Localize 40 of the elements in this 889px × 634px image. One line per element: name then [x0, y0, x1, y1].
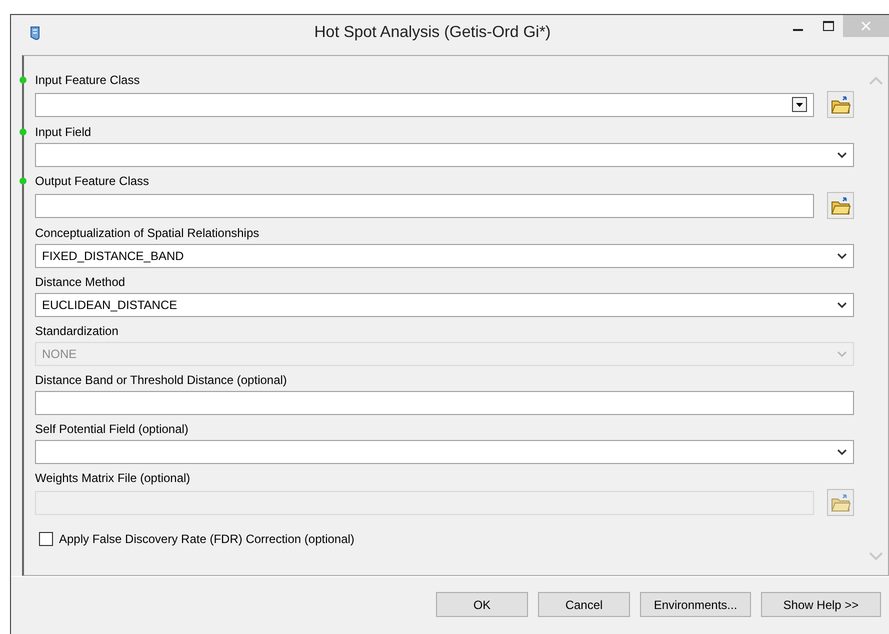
chevron-down-icon — [837, 302, 847, 308]
chevron-down-icon — [869, 552, 883, 561]
chevron-down-icon — [837, 152, 847, 158]
input-field[interactable] — [35, 92, 814, 116]
dropdown-field[interactable]: FIXED_DISTANCE_BAND — [35, 244, 854, 268]
input-field[interactable] — [35, 194, 814, 218]
browse-button[interactable] — [827, 192, 854, 219]
minimize-icon — [793, 28, 803, 30]
chevron-up-icon — [869, 76, 883, 85]
dialog-button[interactable]: Show Help >> — [761, 592, 881, 617]
folder-icon — [830, 96, 850, 114]
parameter-label: Weights Matrix File (optional) — [35, 471, 190, 485]
window-title: Hot Spot Analysis (Getis-Ord Gi*) — [313, 24, 552, 42]
checkbox[interactable] — [39, 532, 53, 546]
parameter-label: Input Feature Class — [35, 73, 140, 87]
checkbox-label: Apply False Discovery Rate (FDR) Correction (optional) — [59, 532, 354, 546]
dialog-button[interactable]: Environments... — [640, 592, 751, 617]
dropdown-field[interactable]: EUCLIDEAN_DISTANCE — [35, 293, 854, 317]
parameter-label: Standardization — [35, 324, 118, 338]
dropdown-field[interactable] — [35, 143, 854, 167]
browse-button[interactable] — [827, 489, 854, 516]
parameter-label: Distance Method — [35, 275, 126, 289]
chevron-down-icon — [837, 449, 847, 455]
parameter-label: Output Feature Class — [35, 174, 150, 188]
chevron-down-icon — [837, 253, 847, 259]
parameter-label: Conceptualization of Spatial Relationships — [35, 226, 260, 240]
dropdown-field[interactable] — [35, 440, 854, 464]
scroll-icon — [28, 25, 42, 41]
browse-button[interactable] — [827, 91, 854, 118]
parameter-label: Input Field — [35, 125, 92, 139]
parameter-label: Self Potential Field (optional) — [35, 422, 188, 436]
input-field[interactable] — [35, 391, 854, 415]
dialog-button[interactable]: OK — [436, 592, 528, 617]
folder-icon — [830, 196, 850, 214]
folder-icon — [830, 494, 850, 512]
maximize-icon — [822, 21, 834, 31]
dialog-button[interactable]: Cancel — [538, 592, 630, 617]
parameter-label: Distance Band or Threshold Distance (optional) — [35, 373, 287, 387]
close-icon — [861, 21, 871, 31]
chevron-down-icon — [837, 351, 847, 357]
